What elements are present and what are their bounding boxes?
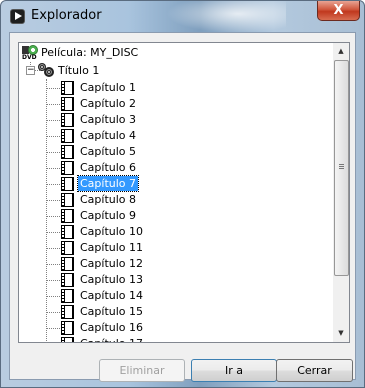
tree-connector [47,216,60,217]
tree-chapter-node[interactable]: Capítulo 10 [19,224,319,240]
cerrar-button[interactable]: Cerrar [276,359,353,382]
tree-connector [47,120,60,121]
chapter-label: Capítulo 11 [80,241,144,254]
film-strip-icon [61,225,74,239]
tree-connector [47,152,60,153]
tree-connector [47,312,60,313]
chapter-label: Capítulo 13 [80,273,144,286]
film-strip-icon [61,337,74,342]
film-strip-icon [61,321,74,335]
app-play-icon [10,9,25,24]
title-glare [166,1,286,33]
chapter-tree[interactable]: DVD Película: MY_DISC − Título 1 Capítul… [18,42,350,343]
scroll-up-icon[interactable]: ▲ [333,43,349,60]
tree-title-node[interactable]: − Título 1 [19,62,319,78]
tree-connector [47,232,60,233]
scroll-thumb[interactable] [334,60,349,276]
tree-chapter-node[interactable]: Capítulo 15 [19,304,319,320]
chapter-label: Capítulo 17 [78,336,145,342]
chapter-label: Capítulo 10 [80,225,144,238]
chapter-label: Capítulo 15 [80,305,144,318]
tree-connector [47,104,60,105]
tree-connector [47,280,60,281]
tree-chapter-node[interactable]: Capítulo 3 [19,112,319,128]
tree-chapter-node[interactable]: Capítulo 13 [19,272,319,288]
close-button[interactable]: X [317,1,360,21]
film-strip-icon [61,289,74,303]
root-label: Película: MY_DISC [41,46,139,59]
film-strip-icon [61,193,74,207]
tree-chapter-node[interactable]: Capítulo 11 [19,240,319,256]
explorer-window: Explorador X DVD Película: MY_DISC − Tít… [0,0,365,388]
tree-chapter-node[interactable]: Capítulo 8 [19,192,319,208]
tree-connector [47,168,60,169]
tree-connector [47,248,60,249]
title-label: Título 1 [58,64,100,77]
film-strip-icon [61,305,74,319]
chapter-label: Capítulo 16 [80,321,144,334]
film-strip-icon [61,97,74,111]
tree-chapter-node[interactable]: Capítulo 4 [19,128,319,144]
chapter-label: Capítulo 14 [80,289,144,302]
tree-chapter-node[interactable]: Capítulo 16 [19,320,319,336]
chapter-label: Capítulo 12 [80,257,144,270]
chapter-label: Capítulo 2 [80,97,137,110]
ira-button[interactable]: Ir a [191,359,277,382]
tree-root-node[interactable]: DVD Película: MY_DISC [19,43,319,61]
tree-connector [47,184,60,185]
chapter-label: Capítulo 8 [80,193,137,206]
window-title: Explorador [31,8,102,23]
film-strip-icon [61,129,74,143]
collapse-icon[interactable]: − [26,66,35,75]
tree-chapter-node[interactable]: Capítulo 14 [19,288,319,304]
film-strip-icon [61,241,74,255]
tree-connector [47,88,60,89]
tree-connector [47,200,60,201]
tree-connector [47,136,60,137]
chapter-label: Capítulo 6 [80,161,137,174]
tree-connector [47,328,60,329]
tree-chapter-node[interactable]: Capítulo 9 [19,208,319,224]
chapter-label: Capítulo 3 [80,113,137,126]
tree-chapter-node[interactable]: Capítulo 7 [19,175,319,192]
tree-chapter-node[interactable]: Capítulo 1 [19,80,319,96]
chapter-label: Capítulo 5 [80,145,137,158]
tree-connector [47,264,60,265]
film-strip-icon [61,209,74,223]
chapter-label: Capítulo 7 [76,175,140,192]
scroll-down-icon[interactable]: ▼ [333,325,349,342]
close-icon: X [333,3,344,18]
chapter-label: Capítulo 9 [80,209,137,222]
vertical-scrollbar[interactable]: ▲ ▼ [333,43,349,342]
film-strip-icon [61,273,74,287]
tree-chapter-node[interactable]: Capítulo 17 [19,336,319,342]
film-strip-icon [61,161,74,175]
tree-chapter-node[interactable]: Capítulo 12 [19,256,319,272]
tree-connector [47,296,60,297]
chapter-label: Capítulo 4 [80,129,137,142]
dvd-disc-icon: DVD [22,45,38,61]
film-reel-icon [38,63,54,78]
tree-chapter-node[interactable]: Capítulo 2 [19,96,319,112]
film-strip-icon [61,177,74,191]
title-bar[interactable]: Explorador X [1,1,364,33]
tree-chapter-node[interactable]: Capítulo 5 [19,144,319,160]
chapter-label: Capítulo 1 [80,81,137,94]
eliminar-button[interactable]: Eliminar [99,359,185,382]
film-strip-icon [61,81,74,95]
film-strip-icon [61,113,74,127]
film-strip-icon [61,257,74,271]
tree-chapter-node[interactable]: Capítulo 6 [19,160,319,176]
client-area: DVD Película: MY_DISC − Título 1 Capítul… [9,32,356,382]
film-strip-icon [61,145,74,159]
